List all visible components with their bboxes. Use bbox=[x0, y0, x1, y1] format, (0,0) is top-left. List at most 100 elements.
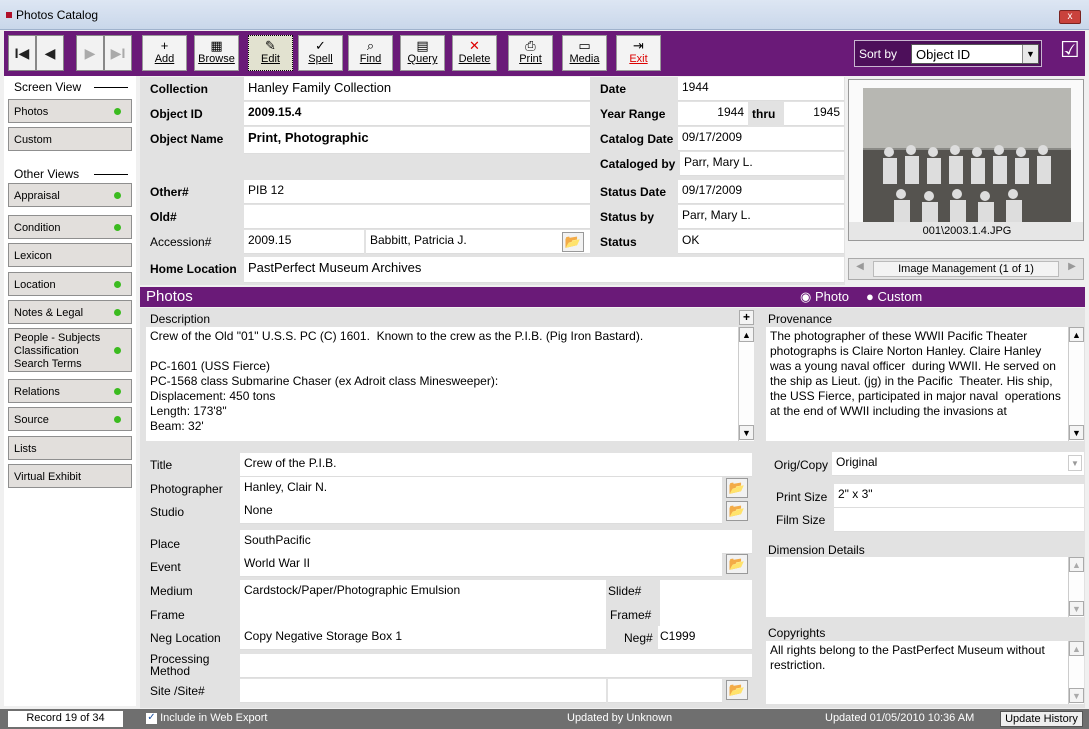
next-record-button[interactable]: ▶ bbox=[76, 35, 104, 71]
frame-number-label: Frame# bbox=[610, 608, 652, 622]
copyrights-field[interactable]: All rights belong to the PastPerfect Mus… bbox=[766, 641, 1068, 704]
image-next-button[interactable]: ▶ bbox=[1063, 261, 1081, 277]
sidebar-item-source[interactable]: Source bbox=[8, 407, 132, 431]
edit-button[interactable]: ✎ Edit bbox=[248, 35, 293, 71]
catalog-date-field[interactable]: 09/17/2009 bbox=[678, 127, 844, 151]
sidebar-item-custom[interactable]: Custom bbox=[8, 127, 132, 151]
image-management-button[interactable]: Image Management (1 of 1) bbox=[873, 261, 1059, 277]
sidebar-item-people-subjects[interactable]: People - Subjects Classification Search … bbox=[8, 328, 132, 372]
sidebar-item-photos[interactable]: Photos bbox=[8, 99, 132, 123]
radio-photo[interactable]: ◉ Photo bbox=[800, 289, 849, 305]
cataloged-by-field[interactable]: Parr, Mary L. bbox=[680, 152, 844, 176]
add-description-icon[interactable]: + bbox=[739, 310, 754, 325]
browse-button[interactable]: ▦ Browse bbox=[194, 35, 239, 71]
description-scrollbar[interactable]: ▲ ▼ bbox=[738, 327, 754, 441]
status-field[interactable]: OK bbox=[678, 230, 844, 254]
year-from-field[interactable]: 1944 bbox=[678, 102, 748, 126]
frame-field[interactable] bbox=[240, 603, 606, 627]
exit-icon: ⇥ bbox=[633, 38, 644, 53]
slide-field[interactable] bbox=[660, 580, 752, 604]
scroll-up-icon: ▲ bbox=[1069, 557, 1084, 572]
chevron-down-icon[interactable]: ▼ bbox=[1022, 45, 1038, 63]
dimension-details-field[interactable] bbox=[766, 557, 1068, 617]
status-dot bbox=[114, 224, 121, 231]
provenance-field[interactable]: The photographer of these WWII Pacific T… bbox=[766, 327, 1068, 441]
status-date-label: Status Date bbox=[600, 185, 667, 199]
title-label: Title bbox=[150, 458, 173, 472]
dimension-scrollbar[interactable]: ▲ ▼ bbox=[1068, 557, 1084, 617]
studio-field[interactable]: None bbox=[240, 500, 722, 524]
place-field[interactable]: SouthPacific bbox=[240, 530, 752, 554]
query-button[interactable]: ▤ Query bbox=[400, 35, 445, 71]
update-history-button[interactable]: Update History bbox=[1000, 711, 1083, 727]
orig-copy-select[interactable]: Original ▼ bbox=[832, 452, 1084, 476]
event-label: Event bbox=[150, 560, 181, 574]
sort-label: Sort by bbox=[859, 47, 898, 61]
prev-record-button[interactable]: ◀ bbox=[36, 35, 64, 71]
find-button[interactable]: ⌕ Find bbox=[348, 35, 393, 71]
date-field[interactable]: 1944 bbox=[678, 77, 844, 101]
sidebar-item-condition[interactable]: Condition bbox=[8, 215, 132, 239]
sidebar-item-relations[interactable]: Relations bbox=[8, 379, 132, 403]
folder-icon[interactable]: 📂 bbox=[562, 232, 584, 252]
scroll-up-icon: ▲ bbox=[1069, 641, 1084, 656]
section-title: Photos bbox=[146, 288, 193, 305]
home-location-field[interactable]: PastPerfect Museum Archives bbox=[244, 257, 844, 283]
accession-person-field[interactable]: Babbitt, Patricia J. bbox=[366, 230, 590, 254]
copyrights-scrollbar[interactable]: ▲ ▼ bbox=[1068, 641, 1084, 704]
neg-number-field[interactable]: C1999 bbox=[658, 626, 752, 650]
object-name-field[interactable]: Print, Photographic bbox=[244, 127, 590, 154]
sidebar-item-location[interactable]: Location bbox=[8, 272, 132, 296]
old-number-field[interactable] bbox=[244, 205, 590, 229]
web-export-checkbox[interactable]: ✓ Include in Web Export bbox=[146, 712, 267, 724]
description-field[interactable]: Crew of the Old "01" U.S.S. PC (C) 1601.… bbox=[146, 327, 738, 441]
neg-location-field[interactable]: Copy Negative Storage Box 1 bbox=[240, 626, 606, 650]
image-prev-button[interactable]: ◀ bbox=[851, 261, 869, 277]
add-button[interactable]: + Add bbox=[142, 35, 187, 71]
sort-select[interactable]: Object ID ▼ bbox=[911, 44, 1039, 64]
medium-field[interactable]: Cardstock/Paper/Photographic Emulsion bbox=[240, 580, 606, 604]
event-field[interactable]: World War II bbox=[240, 553, 722, 577]
sidebar-item-lexicon[interactable]: Lexicon bbox=[8, 243, 132, 267]
status-bar: Record 19 of 34 ✓ Include in Web Export … bbox=[0, 709, 1089, 729]
chevron-down-icon[interactable]: ▼ bbox=[1068, 455, 1082, 471]
sidebar-item-notes-legal[interactable]: Notes & Legal bbox=[8, 300, 132, 324]
title-field[interactable]: Crew of the P.I.B. bbox=[240, 453, 752, 477]
print-size-field[interactable]: 2" x 3" bbox=[834, 484, 1084, 508]
sidebar-item-appraisal[interactable]: Appraisal bbox=[8, 183, 132, 207]
object-id-field[interactable]: 2009.15.4 bbox=[244, 102, 590, 126]
site-number-field[interactable] bbox=[608, 679, 722, 703]
folder-icon[interactable]: 📂 bbox=[726, 478, 748, 498]
media-button[interactable]: ▭ Media bbox=[562, 35, 607, 71]
cataloged-by-label: Cataloged by bbox=[600, 157, 676, 171]
provenance-scrollbar[interactable]: ▲ ▼ bbox=[1068, 327, 1084, 441]
status-date-field[interactable]: 09/17/2009 bbox=[678, 180, 844, 204]
first-record-button[interactable]: I◀ bbox=[8, 35, 36, 71]
photographer-field[interactable]: Hanley, Clair N. bbox=[240, 477, 722, 501]
exit-button[interactable]: ⇥ Exit bbox=[616, 35, 661, 71]
clipboard-check-icon[interactable]: ☑ bbox=[1060, 37, 1082, 65]
scroll-down-icon: ▼ bbox=[1069, 601, 1084, 616]
radio-custom[interactable]: ● Custom bbox=[866, 289, 922, 304]
last-record-button[interactable]: ▶I bbox=[104, 35, 132, 71]
site-field[interactable] bbox=[240, 679, 606, 703]
collection-field[interactable]: Hanley Family Collection bbox=[244, 77, 590, 101]
year-to-field[interactable]: 1945 bbox=[784, 102, 844, 126]
object-image[interactable]: 001\2003.1.4.JPG bbox=[848, 79, 1084, 241]
spell-button[interactable]: ✓ Spell bbox=[298, 35, 343, 71]
accession-field[interactable]: 2009.15 bbox=[244, 230, 364, 254]
film-size-field[interactable] bbox=[834, 508, 1084, 532]
add-icon: + bbox=[160, 38, 169, 53]
folder-icon[interactable]: 📂 bbox=[726, 501, 748, 521]
processing-method-field[interactable] bbox=[240, 654, 752, 678]
folder-icon[interactable]: 📂 bbox=[726, 680, 748, 700]
status-by-field[interactable]: Parr, Mary L. bbox=[678, 205, 844, 229]
other-number-field[interactable]: PIB 12 bbox=[244, 180, 590, 204]
folder-icon[interactable]: 📂 bbox=[726, 554, 748, 574]
sidebar-item-lists[interactable]: Lists bbox=[8, 436, 132, 460]
print-button[interactable]: ⎙ Print bbox=[508, 35, 553, 71]
sidebar-item-virtual-exhibit[interactable]: Virtual Exhibit bbox=[8, 464, 132, 488]
close-button[interactable]: x bbox=[1059, 10, 1081, 24]
frame-number-field[interactable] bbox=[660, 603, 752, 627]
delete-button[interactable]: ✕ Delete bbox=[452, 35, 497, 71]
